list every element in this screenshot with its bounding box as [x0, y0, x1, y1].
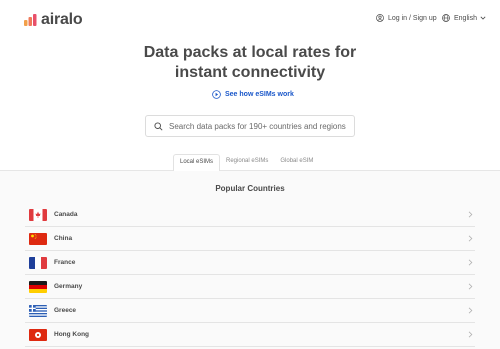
- france-flag-icon: [29, 256, 47, 269]
- search-box[interactable]: [145, 115, 355, 137]
- play-circle-icon: [212, 90, 221, 99]
- search-icon: [154, 121, 163, 131]
- globe-icon: [442, 14, 450, 22]
- search-input[interactable]: [169, 121, 349, 131]
- language-label: English: [454, 14, 477, 22]
- airalo-logo[interactable]: airalo: [24, 11, 83, 29]
- login-label: Log in / Sign up: [388, 14, 437, 22]
- user-icon: [376, 14, 384, 22]
- germany-flag-icon: [29, 280, 47, 293]
- chevron-right-icon: [468, 307, 473, 314]
- greece-flag-icon: [29, 304, 47, 317]
- chevron-right-icon: [468, 331, 473, 338]
- chevron-right-icon: [468, 211, 473, 218]
- country-name: Canada: [54, 211, 78, 218]
- country-row-china[interactable]: China: [25, 227, 475, 251]
- country-name: Germany: [54, 283, 83, 290]
- tab-global-esim[interactable]: Global eSIM: [274, 154, 319, 171]
- see-how-label: See how eSIMs work: [225, 91, 294, 98]
- country-row-hong-kong[interactable]: Hong Kong: [25, 323, 475, 347]
- country-row-canada[interactable]: Canada: [25, 203, 475, 227]
- language-selector[interactable]: English: [442, 14, 486, 22]
- hero-title: Data packs at local rates for instant co…: [0, 43, 500, 83]
- page: airalo Log in / Sign up English Data pac…: [0, 0, 500, 349]
- china-flag-icon: [29, 232, 47, 245]
- country-name: China: [54, 235, 73, 242]
- canada-flag-icon: [29, 208, 47, 221]
- top-header: airalo Log in / Sign up English: [0, 0, 500, 40]
- login-signup-link[interactable]: Log in / Sign up: [376, 14, 437, 22]
- hero-title-line-1: Data packs at local rates for: [143, 44, 357, 61]
- chevron-right-icon: [468, 283, 473, 290]
- logo-mark-icon: [24, 14, 37, 26]
- country-name: Greece: [54, 307, 77, 314]
- popular-countries-panel: Popular Countries Canada China France Ge…: [0, 170, 500, 349]
- chevron-right-icon: [468, 259, 473, 266]
- country-row-germany[interactable]: Germany: [25, 275, 475, 299]
- chevron-right-icon: [468, 235, 473, 242]
- chevron-down-icon: [480, 16, 486, 20]
- country-name: Hong Kong: [54, 331, 90, 338]
- tab-regional-esims[interactable]: Regional eSIMs: [220, 154, 274, 171]
- popular-countries-title: Popular Countries: [215, 184, 285, 193]
- esim-type-tabs: Local eSIMs Regional eSIMs Global eSIM: [173, 154, 319, 171]
- country-row-greece[interactable]: Greece: [25, 299, 475, 323]
- country-list: Canada China France Germany Greece Hong …: [25, 203, 475, 347]
- country-name: France: [54, 259, 76, 266]
- hong-kong-flag-icon: [29, 328, 47, 341]
- hero-title-line-2: instant connectivity: [174, 64, 326, 81]
- tab-local-esims[interactable]: Local eSIMs: [173, 154, 221, 171]
- see-how-esims-work-link[interactable]: See how eSIMs work: [212, 90, 294, 99]
- brand-name: airalo: [41, 11, 83, 28]
- country-row-france[interactable]: France: [25, 251, 475, 275]
